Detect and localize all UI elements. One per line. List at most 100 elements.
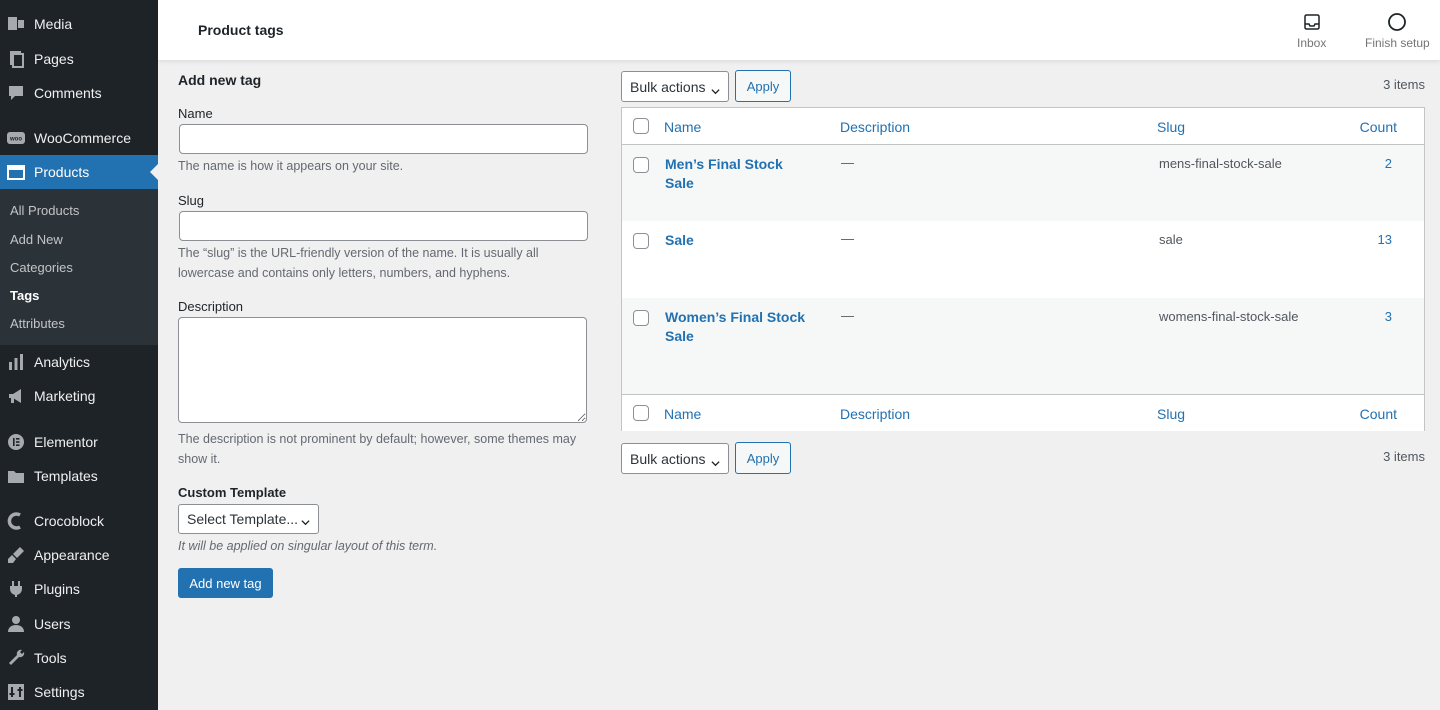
- custom-template-help: It will be applied on singular layout of…: [178, 539, 438, 553]
- bulk-actions-value: Bulk actions: [630, 450, 706, 467]
- submenu-add-new[interactable]: Add New: [10, 232, 63, 247]
- bulk-actions-select-top[interactable]: Bulk actions: [621, 71, 729, 102]
- plugins-icon: [6, 579, 26, 599]
- sidebar-item-woocommerce[interactable]: woo WooCommerce: [0, 121, 158, 155]
- bulk-actions-select-bottom[interactable]: Bulk actions: [621, 443, 729, 474]
- sidebar-item-users[interactable]: Users: [0, 607, 158, 641]
- apply-button-bottom[interactable]: Apply: [735, 442, 791, 474]
- tag-name-link[interactable]: Sale: [665, 231, 815, 250]
- sidebar-item-label: Products: [34, 164, 90, 180]
- inbox-label: Inbox: [1297, 36, 1327, 50]
- sidebar-item-label: Plugins: [34, 581, 80, 597]
- table-row: Sale — sale 13: [622, 221, 1424, 298]
- chevron-down-icon: [301, 514, 310, 526]
- description-textarea[interactable]: [178, 317, 587, 423]
- sidebar-item-tools[interactable]: Tools: [0, 641, 158, 675]
- bulk-actions-value: Bulk actions: [630, 78, 706, 95]
- users-icon: [6, 614, 26, 634]
- column-header-name[interactable]: Name: [664, 119, 701, 135]
- column-footer-name[interactable]: Name: [664, 406, 701, 422]
- tag-description: —: [841, 308, 854, 323]
- name-label: Name: [178, 106, 213, 121]
- name-help: The name is how it appears on your site.: [178, 159, 404, 173]
- select-all-checkbox[interactable]: [633, 118, 649, 134]
- row-checkbox[interactable]: [633, 157, 649, 173]
- sidebar-item-label: Analytics: [34, 354, 91, 370]
- custom-template-value: Select Template...: [187, 511, 299, 527]
- apply-button-top[interactable]: Apply: [735, 70, 791, 102]
- name-input[interactable]: [179, 124, 588, 154]
- slug-label: Slug: [178, 193, 205, 208]
- sidebar-item-marketing[interactable]: Marketing: [0, 379, 158, 413]
- sidebar-item-crocoblock[interactable]: Crocoblock: [0, 504, 158, 538]
- tools-icon: [6, 648, 26, 668]
- sidebar-item-templates[interactable]: Templates: [0, 459, 158, 493]
- products-icon: [6, 162, 26, 182]
- column-footer-count[interactable]: Count: [1360, 406, 1397, 422]
- appearance-icon: [6, 545, 26, 565]
- sidebar-item-label: Media: [34, 16, 73, 32]
- sidebar-item-comments[interactable]: Comments: [0, 76, 158, 110]
- tag-description: —: [841, 155, 854, 170]
- sidebar-item-settings[interactable]: Settings: [0, 675, 158, 709]
- slug-help: The “slug” is the URL-friendly version o…: [178, 246, 539, 280]
- sidebar-item-label: Crocoblock: [34, 513, 105, 529]
- slug-input[interactable]: [179, 211, 588, 241]
- finish-setup-button[interactable]: Finish setup: [1365, 12, 1430, 50]
- table-header: Name Description Slug Count: [622, 108, 1424, 145]
- items-count-bottom: 3 items: [1383, 449, 1425, 464]
- submenu-all-products[interactable]: All Products: [10, 203, 79, 218]
- submenu-tags[interactable]: Tags: [10, 288, 39, 303]
- column-footer-description[interactable]: Description: [840, 406, 910, 422]
- products-submenu: All Products Add New Categories Tags Att…: [0, 189, 158, 345]
- select-all-checkbox-bottom[interactable]: [633, 405, 649, 421]
- finish-setup-label: Finish setup: [1365, 36, 1430, 50]
- add-new-tag-button[interactable]: Add new tag: [178, 568, 273, 598]
- sidebar-item-analytics[interactable]: Analytics: [0, 345, 158, 379]
- column-header-description[interactable]: Description: [840, 119, 910, 135]
- crocoblock-icon: [6, 511, 26, 531]
- sidebar-item-label: Templates: [34, 468, 98, 484]
- sidebar-item-label: Comments: [34, 85, 102, 101]
- progress-ring-icon: [1387, 12, 1407, 32]
- tag-count-link[interactable]: 3: [1385, 309, 1392, 324]
- submenu-categories[interactable]: Categories: [10, 260, 73, 275]
- analytics-icon: [6, 352, 26, 372]
- custom-template-label: Custom Template: [178, 485, 287, 500]
- tags-table: Name Description Slug Count Men’s Final …: [621, 107, 1425, 431]
- table-footer: Name Description Slug Count: [622, 394, 1424, 431]
- chevron-down-icon: [711, 455, 720, 467]
- tag-count-link[interactable]: 2: [1385, 156, 1392, 171]
- comments-icon: [6, 83, 26, 103]
- sidebar-item-label: Marketing: [34, 388, 96, 404]
- row-checkbox[interactable]: [633, 233, 649, 249]
- chevron-down-icon: [711, 83, 720, 95]
- tag-name-link[interactable]: Men’s Final Stock Sale: [665, 155, 815, 193]
- tag-name-link[interactable]: Women’s Final Stock Sale: [665, 308, 815, 346]
- sidebar-item-elementor[interactable]: Elementor: [0, 425, 158, 459]
- submenu-attributes[interactable]: Attributes: [10, 316, 65, 331]
- tag-slug: womens-final-stock-sale: [1159, 309, 1299, 324]
- sidebar-item-label: Appearance: [34, 547, 110, 563]
- items-count-top: 3 items: [1383, 77, 1425, 92]
- sidebar-item-label: Pages: [34, 51, 74, 67]
- admin-sidebar: Media Pages Comments woo WooCommerce Pro…: [0, 0, 158, 710]
- column-header-slug[interactable]: Slug: [1157, 119, 1185, 135]
- sidebar-item-products[interactable]: Products: [0, 155, 158, 189]
- sidebar-item-appearance[interactable]: Appearance: [0, 538, 158, 572]
- sidebar-item-plugins[interactable]: Plugins: [0, 572, 158, 606]
- custom-template-select[interactable]: Select Template...: [178, 504, 319, 534]
- sidebar-item-label: WooCommerce: [34, 130, 131, 146]
- inbox-icon: [1303, 12, 1321, 32]
- column-header-count[interactable]: Count: [1360, 119, 1397, 135]
- woocommerce-icon: woo: [6, 128, 26, 148]
- tag-count-link[interactable]: 13: [1378, 232, 1392, 247]
- sidebar-item-label: Tools: [34, 650, 67, 666]
- column-footer-slug[interactable]: Slug: [1157, 406, 1185, 422]
- row-checkbox[interactable]: [633, 310, 649, 326]
- sidebar-item-pages[interactable]: Pages: [0, 42, 158, 76]
- description-help: The description is not prominent by defa…: [178, 432, 577, 466]
- sidebar-item-media[interactable]: Media: [0, 7, 158, 41]
- inbox-button[interactable]: Inbox: [1297, 12, 1326, 50]
- tag-description: —: [841, 231, 854, 246]
